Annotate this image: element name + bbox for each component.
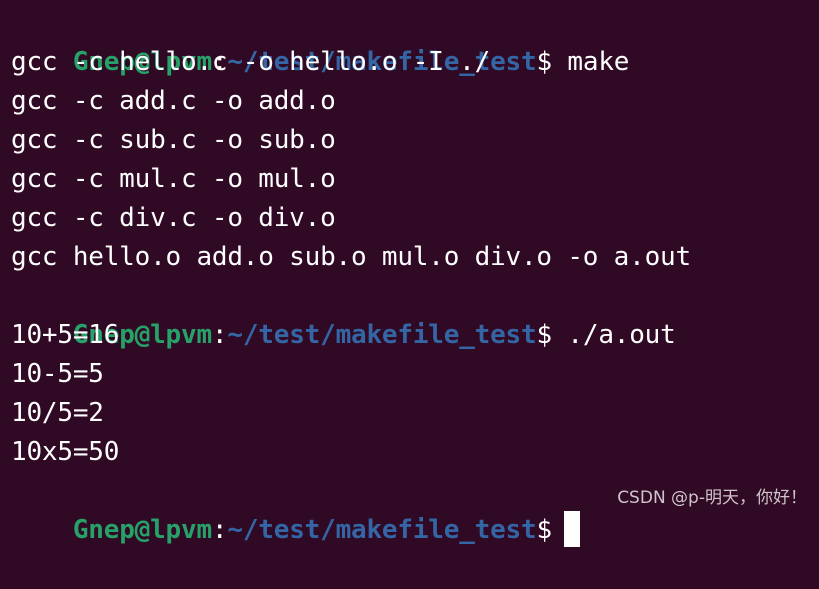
prompt-line-3[interactable]: Gnep@lpvm:~/test/makefile_test$	[11, 472, 580, 547]
output-line: 10-5=5	[11, 359, 104, 389]
output-line: gcc hello.o add.o sub.o mul.o div.o -o a…	[11, 242, 691, 272]
output-line: 10/5=2	[11, 398, 104, 428]
prompt-dollar: $	[536, 320, 552, 350]
prompt-dollar: $	[536, 47, 552, 77]
command-text: ./a.out	[567, 320, 676, 350]
prompt-path: ~/test/makefile_test	[227, 320, 537, 350]
prompt-line-2: Gnep@lpvm:~/test/makefile_test$ ./a.out	[11, 277, 676, 350]
prompt-colon: :	[211, 320, 228, 350]
command-text: make	[567, 47, 630, 77]
output-line: gcc -c mul.c -o mul.o	[11, 164, 336, 194]
prompt-line-1: Gnep@lpvm:~/test/makefile_test$ make	[11, 4, 630, 77]
output-line: gcc -c div.c -o div.o	[11, 203, 336, 233]
prompt-dollar: $	[536, 515, 552, 545]
output-line: gcc -c sub.c -o sub.o	[11, 125, 336, 155]
prompt-path: ~/test/makefile_test	[227, 515, 537, 545]
text-cursor	[563, 510, 580, 547]
terminal-window[interactable]: Gnep@lpvm:~/test/makefile_test$ make gcc…	[0, 0, 819, 547]
output-line: 10x5=50	[11, 437, 120, 467]
output-line: gcc -c add.c -o add.o	[11, 86, 336, 116]
prompt-user-host: Gnep@lpvm	[72, 515, 212, 545]
prompt-colon: :	[211, 515, 228, 545]
output-line: gcc -c hello.c -o hello.o -I ./	[11, 47, 491, 77]
output-line: 10+5=16	[11, 320, 120, 350]
watermark: CSDN @p-明天，你好！	[617, 488, 807, 508]
